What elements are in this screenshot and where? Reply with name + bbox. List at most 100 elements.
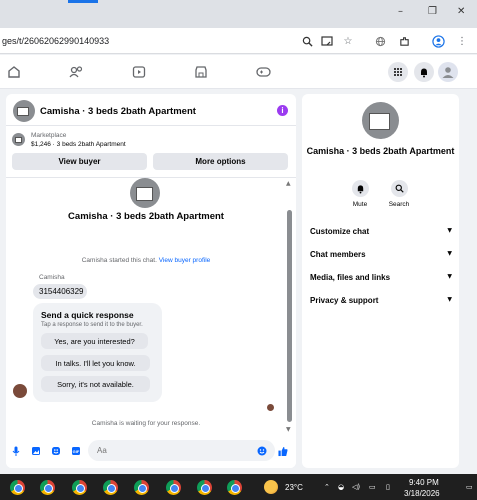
- mute-icon[interactable]: [351, 180, 369, 197]
- keyboard-icon[interactable]: ▭: [369, 483, 376, 491]
- notifications-icon[interactable]: [414, 62, 434, 82]
- listing-thumbnail: [12, 133, 25, 146]
- conversation-details-panel: Camisha · 3 beds 2bath Apartment Mute Se…: [302, 94, 459, 468]
- chrome-taskbar-icon[interactable]: [134, 480, 149, 495]
- chrome-taskbar-icon[interactable]: [72, 480, 87, 495]
- privacy-support-label: Privacy & support: [310, 296, 379, 305]
- chevron-down-icon: ▼: [447, 273, 452, 280]
- marketplace-label: Marketplace: [31, 132, 67, 139]
- info-icon[interactable]: i: [277, 105, 288, 116]
- chrome-taskbar-icon[interactable]: [40, 480, 55, 495]
- chrome-taskbar-icon[interactable]: [103, 480, 118, 495]
- windows-taskbar: 23°C ⌃ ◒ ◁) ▭ ▯ 9:40 PM 3/18/2026 ▭: [0, 474, 477, 500]
- message-composer: GIF: [6, 434, 296, 468]
- conversation-avatar: [130, 178, 160, 208]
- quick-reply-in-talks[interactable]: In talks. I'll let you know.: [41, 355, 150, 371]
- home-icon[interactable]: [6, 64, 22, 80]
- minimize-button[interactable]: –: [398, 6, 403, 17]
- mute-action[interactable]: Mute: [340, 180, 380, 208]
- gaming-icon[interactable]: [255, 64, 271, 80]
- scroll-up-icon[interactable]: ▲: [286, 180, 291, 187]
- photo-icon[interactable]: [31, 446, 41, 456]
- browser-menu-icon[interactable]: ⋮: [455, 34, 469, 48]
- url-field[interactable]: ges/t/26062062990140933: [2, 36, 109, 46]
- chevron-down-icon: ▼: [447, 296, 452, 303]
- waiting-notice: Camisha is waiting for your response.: [91, 420, 201, 427]
- like-icon[interactable]: [278, 446, 288, 456]
- chat-scrollbar[interactable]: ▲ ▼: [285, 180, 293, 434]
- account-avatar-icon[interactable]: [438, 62, 458, 82]
- sticker-icon[interactable]: [51, 446, 61, 456]
- chrome-taskbar-icon[interactable]: [227, 480, 242, 495]
- sender-name: Camisha: [39, 274, 65, 281]
- quick-reply-interested[interactable]: Yes, are you interested?: [41, 333, 148, 349]
- gif-icon[interactable]: GIF: [71, 446, 81, 456]
- chevron-down-icon: ▼: [447, 227, 452, 234]
- chat-panel: Camisha · 3 beds 2bath Apartment i Marke…: [6, 94, 296, 468]
- details-avatar: [362, 102, 399, 139]
- view-buyer-button[interactable]: View buyer: [12, 153, 147, 170]
- bookmark-star-icon[interactable]: ☆: [341, 34, 355, 48]
- browser-tab-strip: – ❐ ✕: [0, 0, 477, 28]
- message-input[interactable]: [88, 440, 275, 461]
- chrome-taskbar-icon[interactable]: [166, 480, 181, 495]
- chrome-taskbar-icon[interactable]: [197, 480, 212, 495]
- notification-center-icon[interactable]: ▭: [466, 483, 473, 491]
- profile-icon[interactable]: [431, 34, 445, 48]
- battery-icon[interactable]: ▯: [386, 483, 390, 491]
- clock-date[interactable]: 3/18/2026: [404, 489, 440, 498]
- search-action[interactable]: Search: [379, 180, 419, 208]
- quick-reply-not-available[interactable]: Sorry, it's not available.: [41, 376, 150, 392]
- extensions-icon[interactable]: [397, 34, 411, 48]
- chat-members-label: Chat members: [310, 250, 366, 259]
- quick-response-title: Send a quick response: [41, 310, 134, 320]
- chrome-taskbar-icon[interactable]: [10, 480, 25, 495]
- more-options-button[interactable]: More options: [153, 153, 288, 170]
- privacy-support-row[interactable]: Privacy & support ▼: [310, 296, 452, 305]
- mute-label: Mute: [352, 201, 368, 208]
- friends-icon[interactable]: [68, 64, 84, 80]
- chat-header: Camisha · 3 beds 2bath Apartment i: [6, 94, 296, 126]
- seen-avatar: [267, 404, 274, 411]
- details-title: Camisha · 3 beds 2bath Apartment: [302, 146, 459, 156]
- tray-chevron-icon[interactable]: ⌃: [324, 483, 330, 491]
- maximize-button[interactable]: ❐: [428, 6, 437, 17]
- listing-price-title: $1,246 · 3 beds 2bath Apartment: [31, 141, 126, 148]
- search-icon[interactable]: [390, 180, 408, 197]
- marketplace-icon[interactable]: [193, 64, 209, 80]
- quick-response-card: Send a quick response Tap a response to …: [33, 303, 162, 402]
- view-buyer-profile-link[interactable]: View buyer profile: [159, 257, 211, 264]
- volume-icon[interactable]: ◁): [352, 483, 360, 491]
- quick-response-subtitle: Tap a response to send it to the buyer.: [41, 322, 143, 328]
- globe-icon[interactable]: [373, 34, 387, 48]
- video-icon[interactable]: [131, 64, 147, 80]
- facebook-nav-bar: [0, 55, 477, 89]
- clock-time[interactable]: 9:40 PM: [409, 478, 439, 487]
- customize-chat-label: Customize chat: [310, 227, 370, 236]
- svg-text:GIF: GIF: [73, 449, 80, 454]
- cast-icon[interactable]: [320, 34, 334, 48]
- chat-started-text: Camisha started this chat.: [81, 257, 157, 264]
- chevron-down-icon: ▼: [447, 250, 452, 257]
- search-label: Search: [388, 201, 410, 208]
- media-files-links-row[interactable]: Media, files and links ▼: [310, 273, 452, 282]
- zoom-icon[interactable]: [300, 34, 314, 48]
- listing-card: Marketplace $1,246 · 3 beds 2bath Apartm…: [6, 126, 296, 178]
- scroll-down-icon[interactable]: ▼: [286, 426, 291, 433]
- menu-grid-icon[interactable]: [388, 62, 408, 82]
- conversation-title: Camisha · 3 beds 2bath Apartment: [68, 211, 224, 222]
- details-title-text: Camisha · 3 beds 2bath Apartment: [306, 146, 455, 156]
- chat-title[interactable]: Camisha · 3 beds 2bath Apartment: [40, 106, 196, 117]
- emoji-icon[interactable]: [257, 446, 267, 456]
- weather-icon[interactable]: [264, 480, 278, 494]
- close-window-button[interactable]: ✕: [457, 6, 465, 17]
- network-icon[interactable]: ◒: [338, 483, 344, 491]
- scroll-thumb[interactable]: [287, 210, 292, 422]
- customize-chat-row[interactable]: Customize chat ▼: [310, 227, 452, 236]
- microphone-icon[interactable]: [11, 446, 21, 456]
- listing-avatar[interactable]: [13, 100, 35, 122]
- temperature[interactable]: 23°C: [285, 483, 303, 492]
- message-bubble[interactable]: 3154406329: [33, 284, 87, 299]
- chat-members-row[interactable]: Chat members ▼: [310, 250, 452, 259]
- sender-avatar[interactable]: [13, 384, 27, 398]
